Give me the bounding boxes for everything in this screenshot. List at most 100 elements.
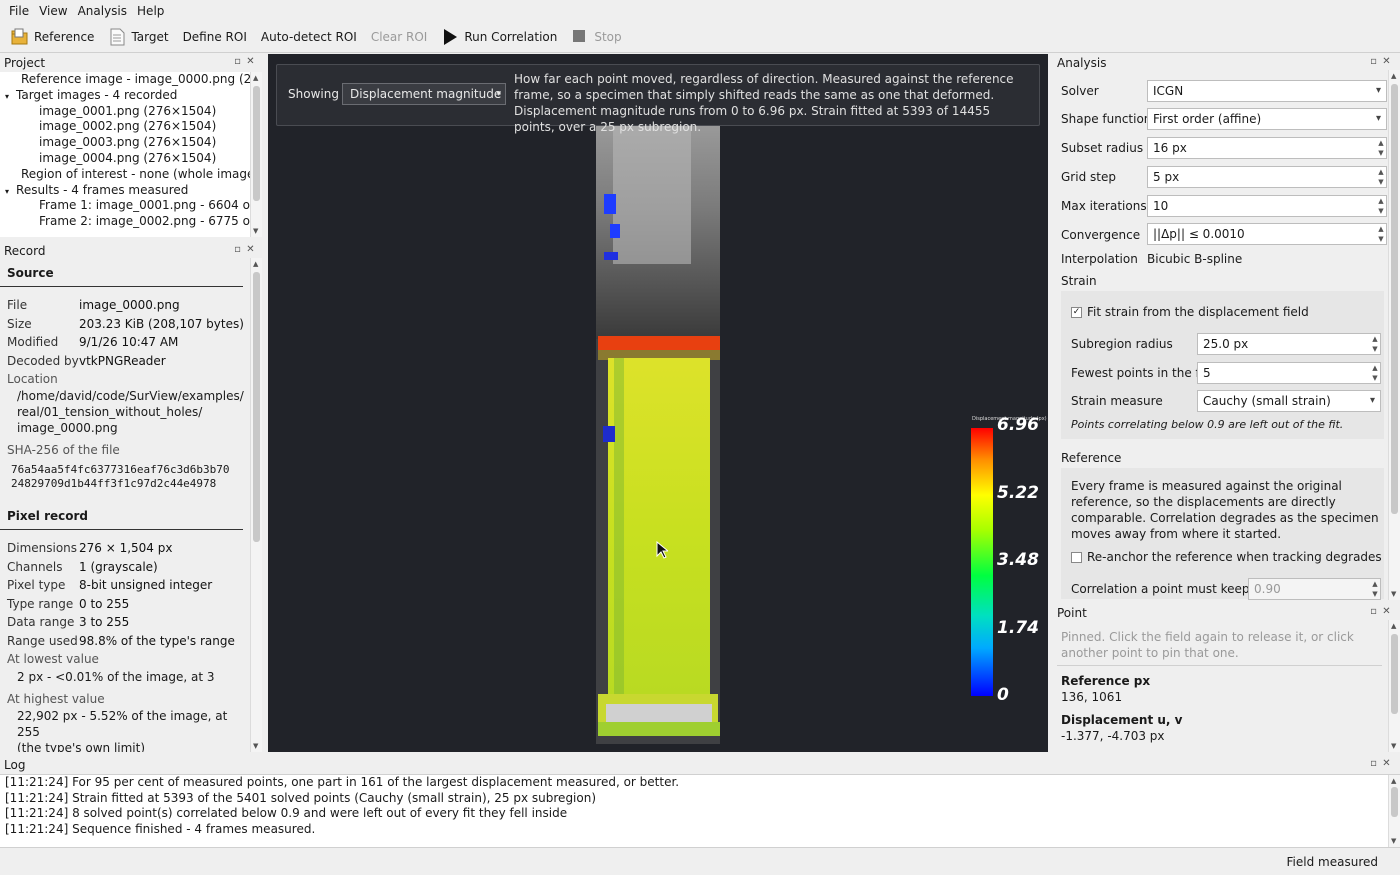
status-text: Field measured: [1286, 855, 1378, 869]
float-icon[interactable]: ▫: [1369, 607, 1378, 617]
tree-item[interactable]: ▾ Target images - 4 recorded: [0, 88, 250, 104]
spin-arrows-icon[interactable]: ▲ ▼: [1376, 224, 1386, 244]
close-icon[interactable]: ✕: [1382, 57, 1391, 67]
float-icon[interactable]: ▫: [233, 245, 242, 255]
spinbox-value: 16 px: [1153, 141, 1187, 155]
strain-measure-select[interactable]: Cauchy (small strain): [1197, 390, 1381, 412]
menu-view[interactable]: View: [34, 4, 72, 18]
grid-step-spinbox[interactable]: 5 px ▲ ▼: [1147, 166, 1387, 188]
showing-select[interactable]: Displacement magnitude ▾: [342, 83, 506, 105]
reanchor-checkbox[interactable]: Re-anchor the reference when tracking de…: [1071, 550, 1382, 564]
correlation-keep-label: Correlation a point must keep: [1071, 582, 1250, 596]
subregion-radius-spinbox[interactable]: 25.0 px ▲ ▼: [1197, 333, 1381, 355]
spin-arrows-icon[interactable]: ▲ ▼: [1370, 579, 1380, 599]
log-line: [11:21:24] 8 solved point(s) correlated …: [5, 806, 568, 821]
scroll-up-icon[interactable]: ▲: [253, 260, 258, 268]
checkbox-icon[interactable]: [1071, 552, 1082, 563]
convergence-spinbox[interactable]: ||Δp|| ≤ 0.0010 ▲ ▼: [1147, 223, 1387, 245]
fewest-points-spinbox[interactable]: 5 ▲ ▼: [1197, 362, 1381, 384]
project-scrollbar[interactable]: ▲ ▼: [250, 72, 262, 237]
location-line: /home/david/code/SurView/examples/: [17, 389, 244, 403]
auto-detect-roi-button[interactable]: Auto-detect ROI: [254, 23, 364, 51]
row-value: 9/1/26 10:47 AM: [79, 335, 179, 349]
reference-heading: Reference: [1061, 451, 1122, 465]
solver-select[interactable]: ICGN: [1147, 80, 1387, 102]
analysis-scrollbar[interactable]: ▲ ▼: [1388, 70, 1400, 600]
log-scrollbar[interactable]: ▲ ▼: [1388, 775, 1400, 847]
stop-button[interactable]: Stop: [564, 23, 628, 51]
subset-radius-spinbox[interactable]: 16 px ▲ ▼: [1147, 137, 1387, 159]
tree-item[interactable]: Reference image - image_0000.png (276...: [0, 72, 250, 88]
reference-px-label: Reference px: [1061, 674, 1151, 688]
scroll-thumb[interactable]: [253, 86, 260, 201]
clear-roi-button[interactable]: Clear ROI: [364, 23, 435, 51]
spin-arrows-icon[interactable]: ▲ ▼: [1376, 196, 1386, 216]
analysis-dock-buttons: ▫ ✕: [1369, 57, 1391, 67]
point-scrollbar[interactable]: ▲ ▼: [1388, 620, 1400, 752]
define-roi-button[interactable]: Define ROI: [176, 23, 254, 51]
menu-help[interactable]: Help: [132, 4, 169, 18]
row-value: 0 to 255: [79, 596, 130, 611]
spin-arrows-icon[interactable]: ▲ ▼: [1376, 138, 1386, 158]
spin-arrows-icon[interactable]: ▲ ▼: [1376, 167, 1386, 187]
float-icon[interactable]: ▫: [233, 57, 242, 67]
log-view[interactable]: [11:21:24] For 95 per cent of measured p…: [0, 774, 1400, 848]
record-row: Channels 1 (grayscale): [0, 558, 250, 577]
scroll-thumb[interactable]: [1391, 787, 1398, 817]
tree-item[interactable]: Frame 1: image_0001.png - 6604 of 1...: [0, 198, 250, 214]
field-viewer[interactable]: Showing Displacement magnitude ▾ How far…: [268, 54, 1048, 752]
project-tree: Reference image - image_0000.png (276...…: [0, 72, 250, 237]
scroll-down-icon[interactable]: ▼: [1391, 837, 1396, 845]
spin-arrows-icon[interactable]: ▲ ▼: [1370, 334, 1380, 354]
float-icon[interactable]: ▫: [1369, 57, 1378, 67]
tree-item[interactable]: Frame 2: image_0002.png - 6775 of 1...: [0, 214, 250, 230]
expand-arrow-icon[interactable]: ▾: [5, 92, 9, 101]
scroll-up-icon[interactable]: ▲: [1391, 622, 1396, 630]
specimen-render[interactable]: [268, 54, 1048, 752]
correlation-keep-spinbox[interactable]: 0.90 ▲ ▼: [1248, 578, 1381, 600]
max-iterations-spinbox[interactable]: 10 ▲ ▼: [1147, 195, 1387, 217]
scroll-thumb[interactable]: [253, 272, 260, 542]
scroll-down-icon[interactable]: ▼: [253, 742, 258, 750]
menu-file[interactable]: File: [4, 4, 34, 18]
tree-item[interactable]: image_0004.png (276×1504): [0, 151, 250, 167]
scroll-down-icon[interactable]: ▼: [1391, 590, 1396, 598]
record-row: Size 203.23 KiB (208,107 bytes): [0, 315, 250, 334]
tree-item[interactable]: image_0001.png (276×1504): [0, 104, 250, 120]
row-key: File: [7, 298, 28, 312]
showing-description: How far each point moved, regardless of …: [514, 72, 1014, 134]
shape-function-select[interactable]: First order (affine): [1147, 108, 1387, 130]
location-line: image_0000.png: [17, 421, 118, 435]
expand-arrow-icon[interactable]: ▾: [5, 187, 9, 196]
scroll-down-icon[interactable]: ▼: [253, 227, 258, 235]
close-icon[interactable]: ✕: [246, 57, 255, 67]
scroll-thumb[interactable]: [1391, 84, 1398, 514]
spin-arrows-icon[interactable]: ▲ ▼: [1370, 363, 1380, 383]
tree-item[interactable]: image_0003.png (276×1504): [0, 135, 250, 151]
scroll-up-icon[interactable]: ▲: [1391, 72, 1396, 80]
tree-item[interactable]: image_0002.png (276×1504): [0, 119, 250, 135]
row-value: 3 to 255: [79, 615, 130, 629]
record-scrollbar[interactable]: ▲ ▼: [250, 258, 262, 752]
target-button-label: Target: [131, 30, 169, 44]
scroll-up-icon[interactable]: ▲: [253, 74, 258, 82]
target-button[interactable]: Target: [101, 23, 175, 51]
reference-button-label: Reference: [34, 30, 95, 44]
float-icon[interactable]: ▫: [1369, 759, 1378, 769]
record-row: File image_0000.png: [0, 296, 250, 315]
convergence-label: Convergence: [1061, 228, 1141, 242]
reference-button[interactable]: Reference: [4, 23, 101, 51]
run-correlation-button[interactable]: Run Correlation: [434, 23, 564, 51]
tree-item[interactable]: Region of interest - none (whole image): [0, 167, 250, 183]
scroll-down-icon[interactable]: ▼: [1391, 742, 1396, 750]
menu-analysis[interactable]: Analysis: [73, 4, 132, 18]
fit-strain-checkbox[interactable]: ✓ Fit strain from the displacement field: [1071, 305, 1309, 319]
colorbar-label: 3.48: [997, 550, 1039, 570]
close-icon[interactable]: ✕: [1382, 759, 1391, 769]
close-icon[interactable]: ✕: [246, 245, 255, 255]
checkmark-icon[interactable]: ✓: [1071, 307, 1082, 318]
scroll-thumb[interactable]: [1391, 634, 1398, 714]
close-icon[interactable]: ✕: [1382, 607, 1391, 617]
scroll-up-icon[interactable]: ▲: [1391, 777, 1396, 785]
tree-item[interactable]: ▾ Results - 4 frames measured: [0, 183, 250, 199]
